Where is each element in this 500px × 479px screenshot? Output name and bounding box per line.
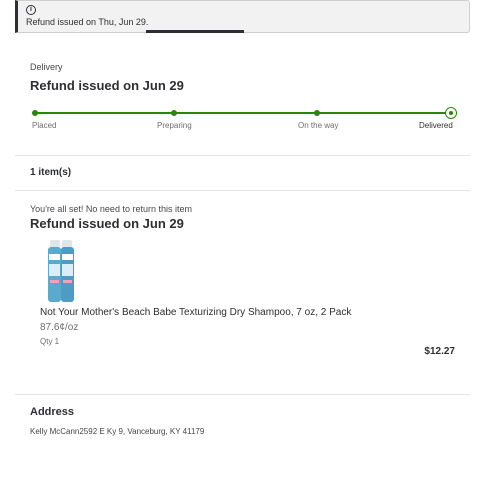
progress-dot-delivered bbox=[445, 107, 457, 119]
unit-price: 87.6¢/oz bbox=[40, 322, 79, 333]
progress-dot-on-the-way bbox=[314, 110, 320, 116]
address-text: Kelly McCann2592 E Ky 9, Vanceburg, KY 4… bbox=[30, 427, 205, 436]
return-note: You're all set! No need to return this i… bbox=[30, 204, 192, 214]
info-icon: i bbox=[26, 5, 36, 15]
progress-track bbox=[35, 112, 450, 114]
quantity: Qty 1 bbox=[40, 337, 60, 346]
banner-underline bbox=[146, 30, 244, 33]
product-name[interactable]: Not Your Mother's Beach Babe Texturizing… bbox=[40, 307, 351, 318]
step-label-on-the-way: On the way bbox=[298, 121, 339, 130]
dry-shampoo-product-image[interactable] bbox=[42, 240, 80, 302]
step-label-placed: Placed bbox=[32, 121, 57, 130]
address-title: Address bbox=[30, 406, 75, 418]
banner-message: Refund issued on Thu, Jun 29. bbox=[26, 17, 149, 27]
item-status-title: Refund issued on Jun 29 bbox=[30, 216, 184, 231]
item-price: $12.27 bbox=[424, 346, 455, 357]
refund-banner: i Refund issued on Thu, Jun 29. bbox=[15, 0, 470, 33]
item-count: 1 item(s) bbox=[30, 167, 72, 178]
divider bbox=[15, 394, 470, 395]
delivery-label: Delivery bbox=[30, 62, 63, 72]
step-label-preparing: Preparing bbox=[157, 121, 192, 130]
divider bbox=[15, 190, 470, 191]
progress-dot-preparing bbox=[171, 110, 177, 116]
progress-dot-placed bbox=[32, 110, 38, 116]
delivery-status-title: Refund issued on Jun 29 bbox=[30, 78, 184, 93]
divider bbox=[15, 155, 470, 156]
step-label-delivered: Delivered bbox=[419, 121, 453, 130]
